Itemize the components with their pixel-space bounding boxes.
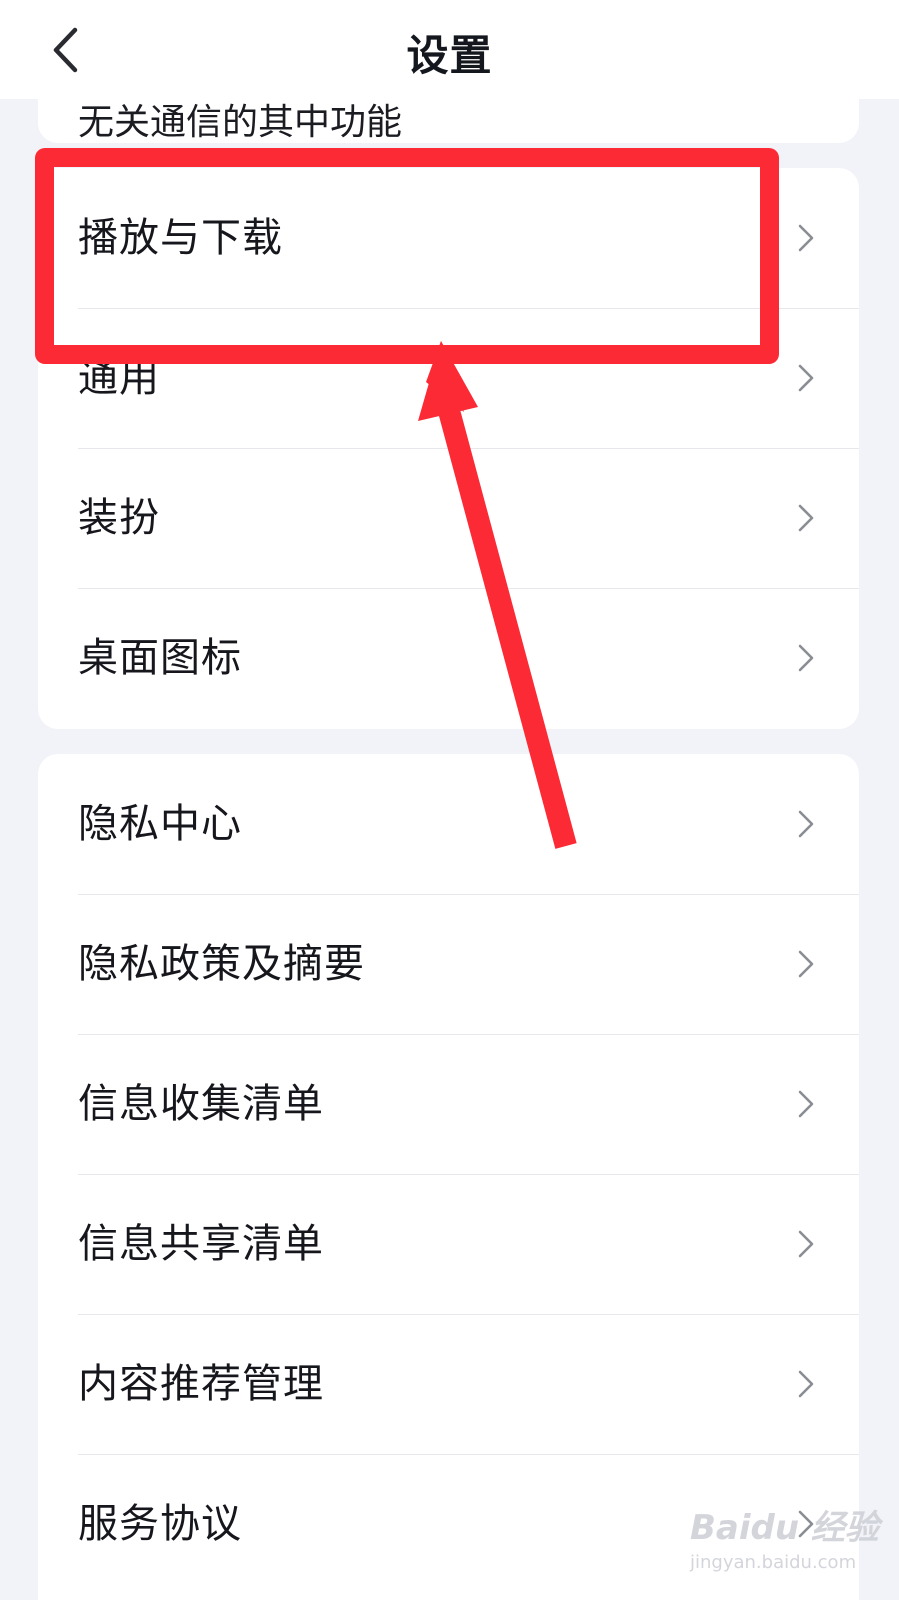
annotation-arrow-icon xyxy=(418,341,577,849)
settings-screen: 设置 无关通信的其中功能 播放与下载 通用 装扮 桌面图标 隐私中心 隐私政策及 xyxy=(0,0,899,1600)
